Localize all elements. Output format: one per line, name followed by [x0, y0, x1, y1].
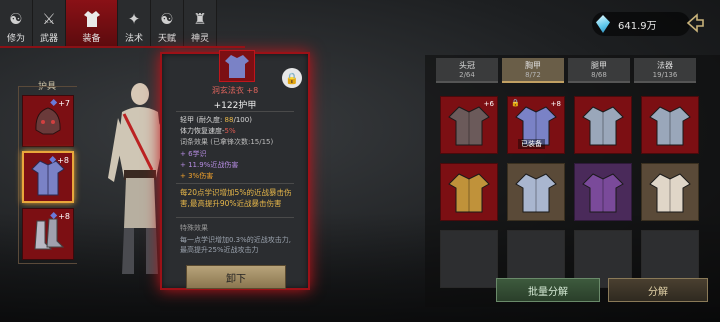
inventory-grid: +6 +8 🔒 已装备 [440, 96, 699, 288]
tab-label: 法器 [657, 61, 673, 70]
inventory-tabs: 头冠 2/64 胸甲 8/72 腿甲 8/68 法器 19/136 [436, 58, 700, 83]
armor-icon [515, 173, 557, 213]
deity-icon: ♜ [193, 10, 207, 28]
armor-icon [448, 173, 490, 213]
tab-count: 2/64 [459, 71, 475, 79]
tab-legs[interactable]: 腿甲 8/68 [568, 58, 630, 83]
item-tooltip: 🔒 洞玄法衣 +8 +122护甲 轻甲 (耐久度: 88/100) 体力恢复速度… [160, 50, 310, 290]
stat-knowledge: + 6学识 [180, 150, 207, 158]
special-effect-text: 每一点学识增加0.3%的近战攻击力,最高提升25%近战攻击力 [180, 236, 292, 254]
tab-label: 修为 [6, 34, 25, 44]
tab-count: 8/68 [591, 71, 607, 79]
stat-melee-damage: + 11.9%近战伤害 [180, 161, 239, 169]
armor-icon [649, 106, 691, 146]
equipped-badge: 已装备 [518, 139, 545, 149]
tab-label: 天赋 [157, 34, 176, 44]
tab-label: 头冠 [459, 61, 475, 70]
enhance-level: +8 [50, 212, 70, 221]
tab-label: 腿甲 [591, 61, 607, 70]
helmet-slot[interactable]: +7 [22, 95, 74, 147]
tab-headgear[interactable]: 头冠 2/64 [436, 58, 498, 83]
chest-slot[interactable]: +8 [22, 151, 74, 203]
decompose-button[interactable]: 分解 [608, 278, 708, 302]
tab-deity[interactable]: ♜ 神灵 [184, 0, 217, 47]
batch-decompose-button[interactable]: 批量分解 [496, 278, 600, 302]
currency-value: 641.9万 [618, 20, 657, 32]
tab-chest[interactable]: 胸甲 8/72 [502, 58, 564, 83]
divider [176, 217, 294, 218]
tab-label: 装备 [82, 34, 101, 44]
divider [176, 111, 294, 112]
stamina-value: 5% [224, 127, 236, 135]
durability-label: 轻甲 (耐久度: [180, 116, 225, 124]
armor-icon [649, 173, 691, 213]
inventory-item[interactable] [574, 96, 632, 154]
durability-max: /100) [233, 116, 252, 124]
enhance-level: +6 [483, 100, 494, 108]
inventory-item[interactable]: +8 🔒 已装备 [507, 96, 565, 154]
robe-icon [82, 9, 102, 29]
tab-equipment[interactable]: 装备 [66, 0, 118, 47]
lock-icon: 🔒 [511, 99, 520, 107]
tab-count: 8/72 [525, 71, 541, 79]
inventory-item[interactable] [440, 163, 498, 221]
empty-slot[interactable] [440, 230, 498, 288]
special-effect-title: 特殊效果 [180, 224, 208, 232]
durability-line: 轻甲 (耐久度: 88/100) [180, 115, 252, 125]
tab-talent[interactable]: ☯ 天赋 [151, 0, 184, 47]
unequip-button[interactable]: 卸下 [186, 265, 286, 289]
item-name: 洞玄法衣 +8 [211, 86, 259, 95]
enhance-level: +7 [50, 99, 70, 108]
spell-icon: ✦ [127, 10, 141, 28]
top-nav: ☯ 修为 ⚔ 武器 装备 ✦ 法术 ☯ 天赋 ♜ 神灵 [0, 0, 217, 47]
inventory-item[interactable] [574, 163, 632, 221]
item-thumbnail [219, 50, 255, 82]
tab-count: 19/136 [652, 71, 678, 79]
divider [176, 183, 294, 184]
tab-cultivation[interactable]: ☯ 修为 [0, 0, 33, 47]
armor-icon [582, 173, 624, 213]
back-icon[interactable] [684, 12, 706, 34]
inventory-item[interactable]: +6 [440, 96, 498, 154]
nav-underline [0, 46, 245, 48]
crystal-icon [596, 15, 610, 33]
stamina-line: 体力恢复速度-5% [180, 126, 236, 136]
tab-label: 武器 [39, 34, 58, 44]
armor-icon [582, 106, 624, 146]
yin-yang-icon: ☯ [160, 10, 174, 28]
tab-artifact[interactable]: 法器 19/136 [634, 58, 696, 83]
inventory-item[interactable] [507, 163, 565, 221]
tab-weapon[interactable]: ⚔ 武器 [33, 0, 66, 47]
stat-damage: + 3%伤害 [180, 172, 214, 180]
tab-spell[interactable]: ✦ 法术 [118, 0, 151, 47]
inventory-item[interactable] [641, 163, 699, 221]
enhance-level: +8 [49, 156, 69, 165]
set-bonus-text: 每20点学识增加5%的近战暴击伤害,最高提升90%近战暴击伤害 [180, 188, 292, 208]
armor-value: +122护甲 [213, 101, 257, 111]
stamina-label: 体力恢复速度- [180, 127, 225, 135]
boots-slot[interactable]: +8 [22, 208, 74, 260]
enhance-level: +8 [550, 100, 561, 108]
tab-label: 法术 [124, 34, 143, 44]
meditation-icon: ☯ [9, 10, 23, 28]
tab-label: 胸甲 [525, 61, 541, 70]
sword-icon: ⚔ [42, 10, 56, 28]
tab-label: 神灵 [190, 34, 209, 44]
inventory-item[interactable] [641, 96, 699, 154]
affix-line: 词条效果 (已拿锋次数:15/15) [180, 138, 274, 146]
currency-display: 641.9万 [592, 12, 690, 36]
